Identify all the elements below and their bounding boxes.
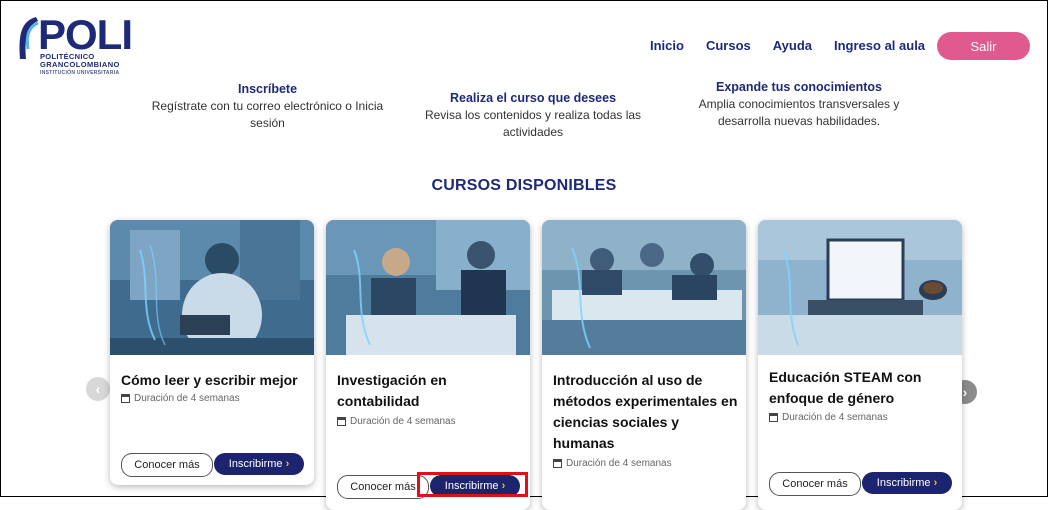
step-text: Amplia conocimientos transversales y des…: [698, 97, 900, 128]
nav-ingreso-aula[interactable]: Ingreso al aula: [834, 38, 925, 53]
course-image: [758, 220, 962, 355]
course-card[interactable]: Educación STEAM con enfoque de género Du…: [758, 220, 962, 510]
course-duration: Duración de 4 semanas: [553, 458, 672, 469]
course-duration: Duración de 4 semanas: [121, 393, 240, 404]
step-realiza-curso: Realiza el curso que desees Revisa los c…: [418, 90, 648, 141]
logo-bracket-icon: [19, 17, 39, 59]
nav-inicio[interactable]: Inicio: [650, 38, 684, 53]
course-card[interactable]: Investigación en contabilidad Duración d…: [326, 220, 530, 510]
calendar-icon: [769, 413, 778, 422]
course-title: Investigación en contabilidad: [337, 372, 447, 409]
step-text: Revisa los contenidos y realiza todas la…: [424, 108, 642, 139]
course-card[interactable]: Introducción al uso de métodos experimen…: [542, 220, 746, 510]
chevron-right-icon: ›: [285, 458, 290, 470]
step-inscribete: Inscríbete Regístrate con tu correo elec…: [150, 81, 385, 132]
calendar-icon: [121, 394, 130, 403]
logo-line-2: GRANCOLOMBIANO: [40, 60, 120, 69]
course-image: [110, 220, 314, 355]
step-text: Regístrate con tu correo electrónico o I…: [151, 99, 384, 130]
course-title: Introducción al uso de métodos experimen…: [553, 372, 738, 451]
step-title: Inscríbete: [237, 82, 298, 96]
inscribirme-button[interactable]: Inscribirme ›: [862, 472, 952, 494]
inscribirme-label: Inscribirme: [228, 458, 283, 470]
step-expande: Expande tus conocimientos Amplia conocim…: [688, 79, 910, 130]
duration-text: Duración de 4 semanas: [566, 458, 672, 469]
chevron-right-icon: ›: [933, 477, 938, 489]
nav-cursos[interactable]: Cursos: [706, 38, 751, 53]
step-title: Expande tus conocimientos: [715, 80, 882, 94]
inscribirme-button[interactable]: Inscribirme ›: [214, 453, 304, 475]
course-title: Cómo leer y escribir mejor: [121, 372, 298, 388]
conocer-mas-button[interactable]: Conocer más: [337, 475, 429, 499]
carousel-prev-icon[interactable]: ‹: [86, 377, 110, 401]
section-title: CURSOS DISPONIBLES: [431, 177, 617, 194]
course-card[interactable]: Cómo leer y escribir mejor Duración de 4…: [110, 220, 314, 485]
poli-logo[interactable]: POLI POLITÉCNICO GRANCOLOMBIANO INSTITUC…: [14, 11, 133, 77]
logo-line-3: INSTITUCIÓN UNIVERSITARIA: [40, 70, 120, 76]
course-image: [326, 220, 530, 355]
course-image: [542, 220, 746, 355]
duration-text: Duración de 4 semanas: [350, 416, 456, 427]
main-nav: Inicio Cursos Ayuda Ingreso al aula: [650, 38, 947, 53]
conocer-mas-button[interactable]: Conocer más: [769, 472, 861, 496]
duration-text: Duración de 4 semanas: [782, 412, 888, 423]
calendar-icon: [337, 417, 346, 426]
inscribirme-label: Inscribirme: [876, 477, 931, 489]
calendar-icon: [553, 459, 562, 468]
course-duration: Duración de 4 semanas: [769, 412, 888, 423]
highlight-box: [417, 472, 528, 497]
step-title: Realiza el curso que desees: [449, 91, 617, 105]
course-title: Educación STEAM con enfoque de género: [769, 369, 922, 406]
logout-button[interactable]: Salir: [937, 32, 1030, 60]
duration-text: Duración de 4 semanas: [134, 393, 240, 404]
course-duration: Duración de 4 semanas: [337, 416, 456, 427]
conocer-mas-button[interactable]: Conocer más: [121, 453, 213, 477]
nav-ayuda[interactable]: Ayuda: [773, 38, 812, 53]
